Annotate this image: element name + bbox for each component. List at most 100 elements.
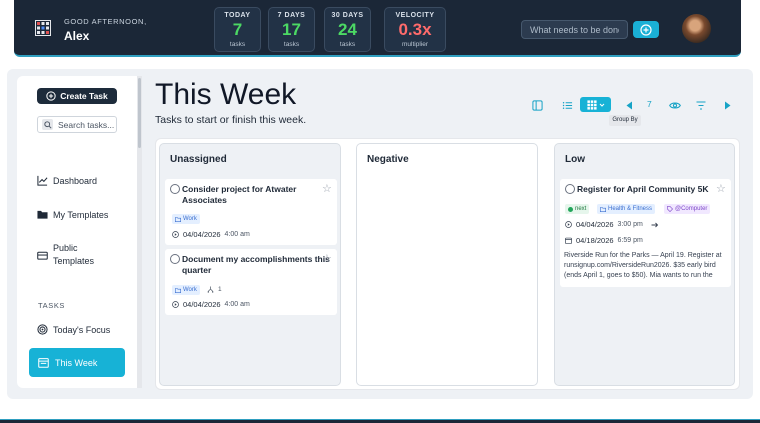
stat-sub: tasks [283, 41, 300, 48]
zoom-out-button[interactable] [623, 98, 635, 112]
sidebar-item-label: My Templates [53, 209, 109, 220]
sidebar-item-label: This Week [55, 357, 98, 368]
tag-work[interactable]: Work [172, 214, 200, 224]
greeting: GOOD AFTERNOON, [64, 17, 147, 26]
star-icon[interactable]: ☆ [322, 182, 332, 195]
description-line: runsignup.com/RiversideRun2026. $35 earl… [564, 262, 716, 269]
filter-button[interactable] [695, 98, 707, 112]
sidebar-item-this-week[interactable]: This Week [29, 348, 125, 377]
star-icon[interactable]: ☆ [716, 182, 726, 195]
sidebar-scrollbar-thumb[interactable] [138, 78, 141, 148]
tag-label: Work [183, 287, 197, 293]
complete-checkbox[interactable] [170, 184, 180, 194]
sidebar-item-dashboard[interactable]: Dashboard [37, 175, 97, 186]
plus-circle-icon [640, 23, 652, 36]
column-title: Unassigned [170, 154, 227, 165]
task-card[interactable]: Document my accomplishments this quarter… [165, 249, 337, 315]
tag-label: Health & Fitness [608, 206, 653, 212]
tag-work[interactable]: Work [172, 285, 200, 295]
time-value: 4:00 am [224, 231, 250, 238]
sidebar-item-public-templates[interactable]: Public Templates [37, 242, 94, 268]
quick-add-input[interactable] [521, 20, 628, 39]
group-by-button[interactable] [580, 97, 611, 112]
stat-label: 30 DAYS [331, 12, 364, 19]
user-name: Alex [64, 29, 90, 43]
list-view-button[interactable] [560, 98, 574, 112]
stat-sub: multiplier [401, 41, 428, 48]
task-title-line-1: Consider project for Atwater [182, 184, 297, 194]
stat-30-days: 30 DAYS 24 tasks [324, 7, 371, 52]
play-circle-icon [172, 301, 179, 308]
date-value: 04/18/2026 [576, 236, 614, 245]
filter-icon [696, 100, 706, 110]
task-title-line-2: quarter [182, 265, 212, 275]
folder-icon [175, 216, 181, 222]
tag-label: next [575, 206, 587, 212]
toggle-sidebar-button[interactable] [530, 98, 544, 112]
task-card[interactable]: Register for April Community 5K ☆ next H… [560, 179, 731, 287]
description-line: (ends April 1, goes to $50). Mia wants t… [564, 272, 713, 279]
chart-line-icon [37, 175, 48, 186]
column-title: Negative [367, 154, 409, 165]
create-task-label: Create Task [60, 91, 108, 101]
sidebar-panel-icon [531, 99, 543, 111]
user-avatar[interactable] [682, 14, 711, 43]
task-title-line-2: Associates [182, 195, 227, 205]
task-title: Register for April Community 5K [577, 184, 709, 194]
column-unassigned: Unassigned Consider project for Atwater … [159, 143, 341, 386]
time-value: 6:59 pm [617, 237, 643, 244]
column-negative: Negative [356, 143, 538, 386]
quick-add-button[interactable] [633, 21, 659, 38]
tag-label: @Computer [675, 206, 708, 212]
folder-icon [600, 206, 606, 212]
sidebar-item-todays-focus[interactable]: Today's Focus [37, 324, 110, 335]
group-by-tooltip: Group By [609, 115, 641, 126]
stat-sub: tasks [339, 41, 356, 48]
stat-value: 17 [282, 20, 301, 39]
create-task-button[interactable]: Create Task [37, 88, 117, 104]
sidebar-item-label: Public Templates [53, 242, 94, 268]
stat-value: 0.3x [398, 20, 432, 39]
eye-icon [669, 101, 681, 109]
task-start-date: 04/04/2026 3:00 pm [565, 220, 659, 229]
time-value: 4:00 am [224, 301, 250, 308]
task-start-date: 04/04/2026 4:00 am [172, 230, 250, 239]
sidebar-item-my-templates[interactable]: My Templates [37, 209, 108, 220]
complete-checkbox[interactable] [565, 184, 575, 194]
sidebar-item-label: Dashboard [53, 175, 98, 186]
target-icon [37, 324, 48, 335]
triangle-left-icon [626, 101, 632, 109]
task-due-date: 04/18/2026 6:59 pm [565, 236, 643, 245]
star-icon[interactable]: ☆ [322, 252, 332, 265]
chevron-down-icon [599, 103, 604, 107]
stat-7-days: 7 DAYS 17 tasks [268, 7, 315, 52]
page-title: This Week [155, 78, 297, 111]
tasks-section-heading: TASKS [38, 301, 66, 310]
sidebar-search-input[interactable]: Search tasks... [37, 116, 117, 133]
column-low: Low Register for April Community 5K ☆ ne… [554, 143, 735, 386]
calendar-icon [565, 237, 572, 244]
task-description: Riverside Run for the Parks — April 19. … [564, 251, 724, 281]
zoom-in-button[interactable] [721, 98, 733, 112]
complete-checkbox[interactable] [170, 254, 180, 264]
subtask-count: 1 [207, 286, 222, 293]
tag-label: Work [183, 216, 197, 222]
stat-velocity: VELOCITY 0.3x multiplier [384, 7, 446, 52]
tag-computer[interactable]: @Computer [664, 204, 711, 214]
task-card[interactable]: Consider project for Atwater Associates … [165, 179, 337, 245]
task-start-date: 04/04/2026 4:00 am [172, 300, 250, 309]
column-title: Low [565, 154, 585, 165]
grid-icon [586, 99, 597, 110]
visibility-button[interactable] [668, 98, 682, 112]
stat-label: TODAY [224, 12, 251, 19]
triangle-right-icon [724, 101, 730, 109]
footer-bar [0, 419, 760, 423]
stat-label: 7 DAYS [277, 12, 306, 19]
sidebar-item-label-line-2: Templates [53, 256, 95, 266]
tag-health-fitness[interactable]: Health & Fitness [597, 204, 656, 214]
app-logo-icon[interactable] [35, 20, 51, 36]
stat-sub: tasks [229, 41, 246, 48]
tag-next[interactable]: next [565, 204, 590, 214]
subtask-count-value: 1 [218, 286, 222, 293]
task-title: Consider project for Atwater Associates [182, 184, 296, 206]
